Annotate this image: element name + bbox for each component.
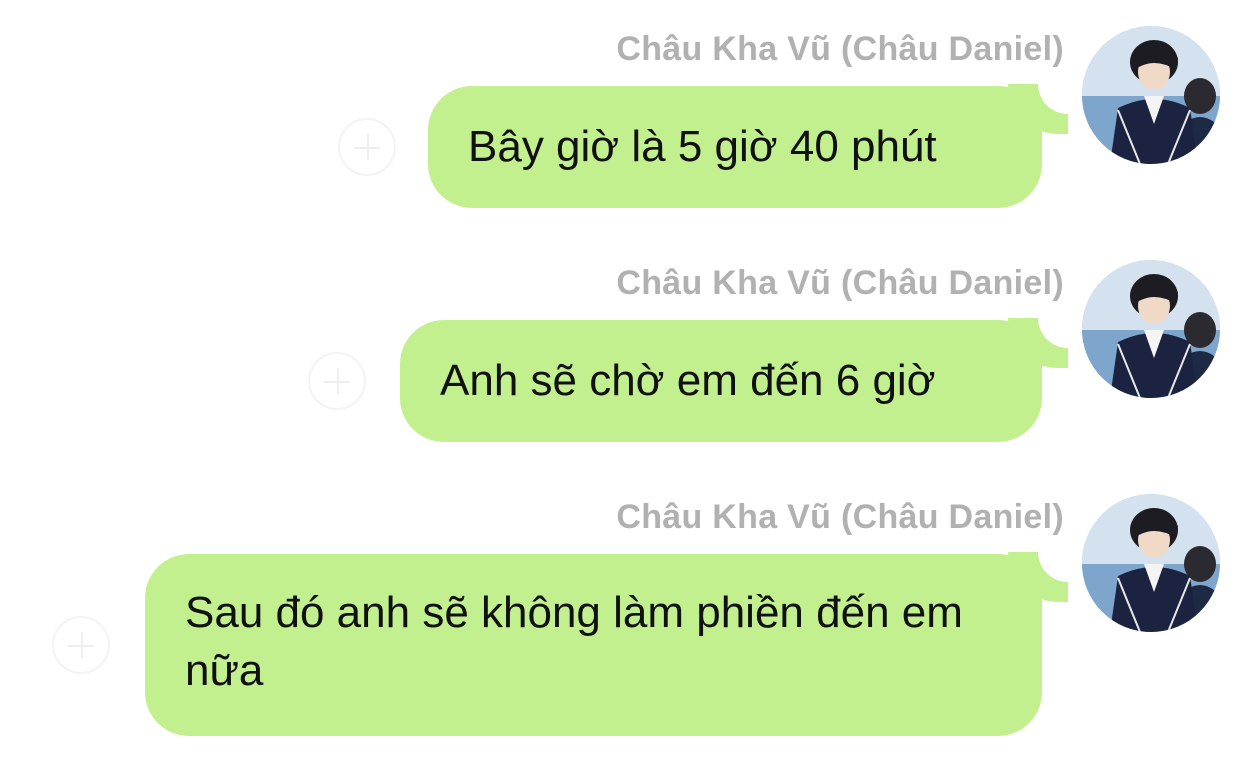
profile-photo-icon	[1082, 260, 1220, 398]
avatar[interactable]	[1082, 26, 1220, 164]
add-circle-icon[interactable]	[52, 616, 110, 674]
avatar[interactable]	[1082, 494, 1220, 632]
avatar[interactable]	[1082, 260, 1220, 398]
sender-name: Châu Kha Vũ (Châu Daniel)	[616, 264, 1064, 302]
profile-photo-icon	[1082, 494, 1220, 632]
message-row: Châu Kha Vũ (Châu Daniel) Anh sẽ chờ em …	[0, 260, 1242, 454]
bubble-tail	[1008, 318, 1068, 368]
bubble-tail	[1008, 552, 1068, 602]
add-circle-icon[interactable]	[308, 352, 366, 410]
bubble-tail	[1008, 84, 1068, 134]
sender-name: Châu Kha Vũ (Châu Daniel)	[616, 498, 1064, 536]
message-bubble[interactable]: Bây giờ là 5 giờ 40 phút	[428, 84, 1068, 208]
add-circle-icon[interactable]	[338, 118, 396, 176]
message-text: Bây giờ là 5 giờ 40 phút	[468, 122, 937, 171]
chat-thread: Châu Kha Vũ (Châu Daniel) Bây giờ là 5 g…	[0, 0, 1242, 762]
message-text: Sau đó anh sẽ không làm phiền đến em nữa	[185, 588, 963, 695]
message-bubble[interactable]: Sau đó anh sẽ không làm phiền đến em nữa	[145, 552, 1068, 736]
message-bubble[interactable]: Anh sẽ chờ em đến 6 giờ	[400, 318, 1068, 442]
profile-photo-icon	[1082, 26, 1220, 164]
message-text: Anh sẽ chờ em đến 6 giờ	[440, 356, 936, 405]
message-row: Châu Kha Vũ (Châu Daniel) Sau đó anh sẽ …	[0, 494, 1242, 758]
message-row: Châu Kha Vũ (Châu Daniel) Bây giờ là 5 g…	[0, 26, 1242, 220]
sender-name: Châu Kha Vũ (Châu Daniel)	[616, 30, 1064, 68]
